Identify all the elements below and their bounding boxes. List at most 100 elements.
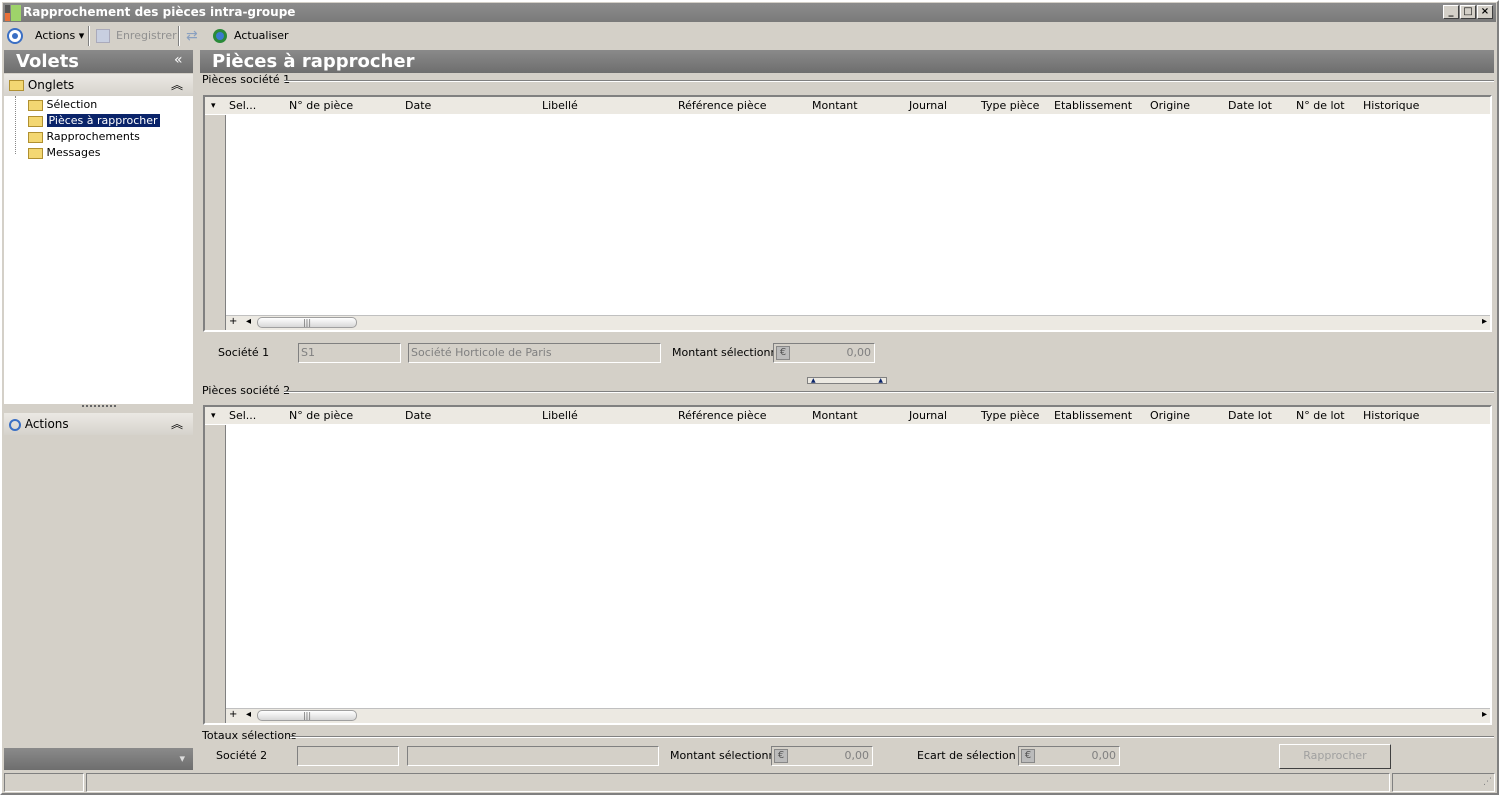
company2-amount: 0,00 bbox=[844, 749, 870, 762]
scroll-thumb[interactable]: ||| bbox=[257, 317, 357, 328]
company1-amount-field: €0,00 bbox=[773, 343, 875, 363]
column-journal[interactable]: Journal bbox=[909, 97, 947, 115]
column-chooser-icon[interactable]: ▾ bbox=[211, 97, 216, 115]
minimize-button[interactable]: _ bbox=[1443, 5, 1459, 19]
actions-section-title: Actions bbox=[24, 417, 69, 431]
folder-icon bbox=[28, 99, 43, 111]
app-logo-icon bbox=[5, 5, 21, 21]
group-pieces-societe-1: Pièces société 1 bbox=[202, 73, 1494, 87]
tree-item-pieces-a-rapprocher[interactable]: Pièces à rapprocher bbox=[26, 113, 162, 129]
toolbar-separator bbox=[178, 26, 180, 46]
add-icon[interactable]: + bbox=[229, 709, 237, 720]
column-numero-piece[interactable]: N° de pièce bbox=[289, 407, 353, 425]
gap-amount: 0,00 bbox=[1091, 749, 1117, 762]
column-montant[interactable]: Montant bbox=[812, 97, 858, 115]
grid-row-header bbox=[205, 407, 226, 723]
scroll-thumb[interactable]: ||| bbox=[257, 710, 357, 721]
volets-title: Volets bbox=[16, 51, 80, 72]
collapse-panel-button[interactable]: « bbox=[174, 52, 183, 68]
column-historique[interactable]: Historique bbox=[1363, 407, 1419, 425]
column-montant[interactable]: Montant bbox=[812, 407, 858, 425]
column-numero-lot[interactable]: N° de lot bbox=[1296, 97, 1345, 115]
column-date-lot[interactable]: Date lot bbox=[1228, 97, 1272, 115]
column-origine[interactable]: Origine bbox=[1150, 97, 1190, 115]
column-numero-piece[interactable]: N° de pièce bbox=[289, 97, 353, 115]
actions-section-header[interactable]: Actions ︽ bbox=[4, 413, 193, 435]
grid-header: ▾ Sel... N° de pièce Date Libellé Référe… bbox=[205, 407, 1490, 425]
company1-amount-label: Montant sélectionné bbox=[672, 346, 785, 359]
onglets-title: Onglets bbox=[27, 78, 75, 92]
grid-row-header bbox=[205, 97, 226, 330]
tree-item-label: Pièces à rapprocher bbox=[46, 114, 160, 127]
resize-grip-icon[interactable]: ⋰ bbox=[1392, 773, 1495, 792]
euro-icon: € bbox=[776, 346, 790, 360]
column-historique[interactable]: Historique bbox=[1363, 97, 1419, 115]
maximize-button[interactable]: □ bbox=[1460, 5, 1476, 19]
scroll-left-icon[interactable]: ◂ bbox=[246, 316, 251, 327]
rapprocher-button[interactable]: Rapprocher bbox=[1279, 744, 1391, 769]
column-numero-lot[interactable]: N° de lot bbox=[1296, 407, 1345, 425]
column-sel[interactable]: Sel... bbox=[229, 97, 256, 115]
title-bar: Rapprochement des pièces intra-groupe bbox=[3, 3, 1496, 22]
company2-label: Société 2 bbox=[216, 749, 268, 762]
group-title: Pièces société 1 bbox=[202, 73, 291, 86]
column-libelle[interactable]: Libellé bbox=[542, 97, 578, 115]
company2-code-field bbox=[297, 746, 399, 766]
company2-amount-field: €0,00 bbox=[771, 746, 873, 766]
column-origine[interactable]: Origine bbox=[1150, 407, 1190, 425]
onglets-header[interactable]: Onglets ︽ bbox=[4, 74, 193, 96]
sync-icon: ⇄ bbox=[186, 28, 198, 44]
volets-header: Volets bbox=[4, 50, 193, 73]
status-pane bbox=[4, 773, 84, 792]
horizontal-scrollbar[interactable]: + ◂ ||| ▸ bbox=[226, 315, 1490, 330]
actions-menu-button[interactable]: Actions ▾ bbox=[35, 25, 84, 47]
actions-label: Actions bbox=[35, 29, 76, 42]
column-type-piece[interactable]: Type pièce bbox=[981, 97, 1039, 115]
save-button[interactable]: Enregistrer bbox=[116, 25, 177, 47]
grid-societe-2[interactable]: ▾ Sel... N° de pièce Date Libellé Référe… bbox=[203, 405, 1492, 725]
actions-circle-icon bbox=[7, 28, 23, 44]
collapse-section-icon[interactable]: ︽ bbox=[171, 413, 183, 435]
grid-splitter-handle[interactable]: ▲ ▲ bbox=[807, 377, 887, 384]
column-type-piece[interactable]: Type pièce bbox=[981, 407, 1039, 425]
column-chooser-icon[interactable]: ▾ bbox=[211, 407, 216, 425]
column-etablissement[interactable]: Etablissement bbox=[1054, 97, 1132, 115]
collapse-section-icon[interactable]: ︽ bbox=[171, 74, 183, 96]
scroll-right-icon[interactable]: ▸ bbox=[1482, 709, 1487, 720]
column-date-lot[interactable]: Date lot bbox=[1228, 407, 1272, 425]
scroll-right-icon[interactable]: ▸ bbox=[1482, 316, 1487, 327]
tree-item-label: Rapprochements bbox=[46, 130, 140, 143]
company2-name-field bbox=[407, 746, 659, 766]
add-icon[interactable]: + bbox=[229, 316, 237, 327]
save-icon bbox=[96, 29, 110, 43]
euro-icon: € bbox=[1021, 749, 1035, 763]
close-button[interactable]: × bbox=[1477, 5, 1493, 19]
tree-item-messages[interactable]: Messages bbox=[26, 145, 102, 161]
group-title: Pièces société 2 bbox=[202, 384, 291, 397]
tree-item-label: Messages bbox=[46, 146, 101, 159]
tree-item-selection[interactable]: Sélection bbox=[26, 97, 99, 113]
column-reference-piece[interactable]: Référence pièce bbox=[678, 407, 767, 425]
column-libelle[interactable]: Libellé bbox=[542, 407, 578, 425]
group-pieces-societe-2: Pièces société 2 bbox=[202, 384, 1494, 398]
panel-splitter[interactable] bbox=[82, 405, 116, 407]
column-date[interactable]: Date bbox=[405, 97, 431, 115]
tree-item-label: Sélection bbox=[46, 98, 98, 111]
column-reference-piece[interactable]: Référence pièce bbox=[678, 97, 767, 115]
column-sel[interactable]: Sel... bbox=[229, 407, 256, 425]
grid-societe-1[interactable]: ▾ Sel... N° de pièce Date Libellé Référe… bbox=[203, 95, 1492, 332]
actions-circle-icon bbox=[9, 418, 21, 431]
gap-amount-field: €0,00 bbox=[1018, 746, 1120, 766]
panel-bottom-bar[interactable]: ▾ bbox=[4, 748, 193, 770]
company1-name-field: Société Horticole de Paris bbox=[408, 343, 661, 363]
refresh-button[interactable]: Actualiser bbox=[234, 25, 289, 47]
scroll-left-icon[interactable]: ◂ bbox=[246, 709, 251, 720]
column-date[interactable]: Date bbox=[405, 407, 431, 425]
refresh-icon bbox=[213, 29, 227, 43]
horizontal-scrollbar[interactable]: + ◂ ||| ▸ bbox=[226, 708, 1490, 723]
status-pane bbox=[86, 773, 1390, 792]
page-title: Pièces à rapprocher bbox=[200, 50, 1494, 73]
column-journal[interactable]: Journal bbox=[909, 407, 947, 425]
column-etablissement[interactable]: Etablissement bbox=[1054, 407, 1132, 425]
tree-item-rapprochements[interactable]: Rapprochements bbox=[26, 129, 142, 145]
